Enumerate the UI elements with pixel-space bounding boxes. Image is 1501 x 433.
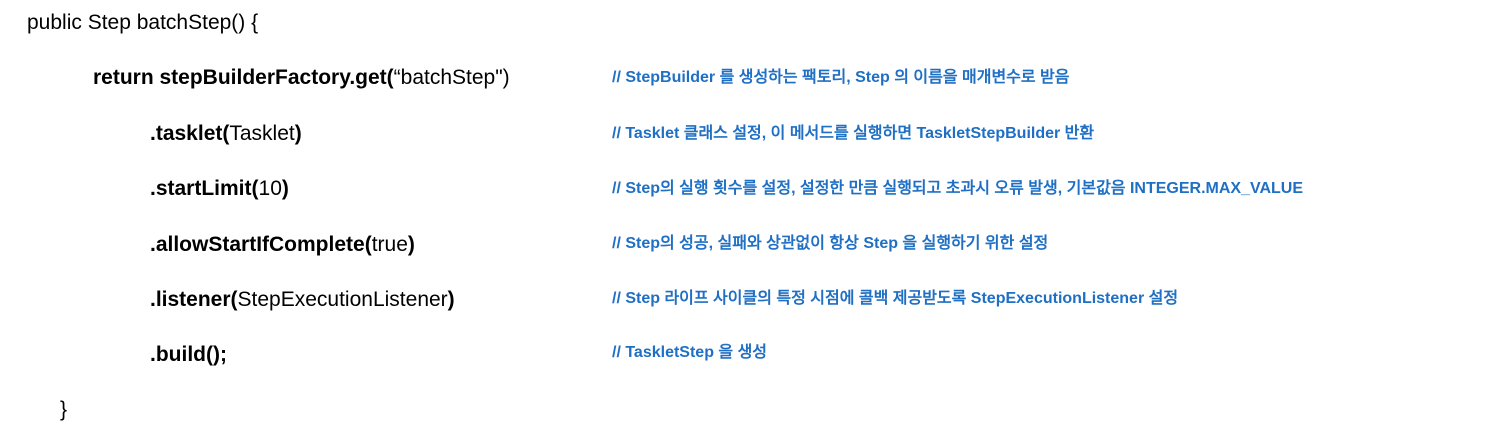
code-line-allow-start: .allowStartIfComplete(true) (150, 231, 415, 259)
code-line-allow-start-tail: ) (407, 233, 415, 256)
code-line-listener-bold: .listener( (150, 288, 238, 311)
code-line-listener: .listener(StepExecutionListener) (150, 286, 455, 314)
closing-brace-text: } (60, 398, 68, 421)
code-line-build: .build(); (150, 341, 227, 369)
comment-build: // TaskletStep 을 생성 (612, 344, 768, 361)
code-line-start-limit-tail: ) (281, 177, 289, 200)
code-line-tasklet: .tasklet(Tasklet) (150, 120, 302, 148)
code-line-build-bold: .build(); (150, 343, 227, 366)
comment-listener: // Step 라이프 사이클의 특정 시점에 콜백 제공받도록 StepExe… (612, 290, 1179, 307)
code-line-tasklet-bold: .tasklet( (150, 122, 230, 145)
comment-tasklet: // Tasklet 클래스 설정, 이 메서드를 실행하면 TaskletSt… (612, 125, 1095, 142)
comment-allow-start: // Step의 성공, 실패와 상관없이 항상 Step 을 실행하기 위한 … (612, 235, 1049, 252)
code-slide: { "signature": "public Step batchStep() … (0, 0, 1501, 433)
comment-return: // StepBuilder 를 생성하는 팩토리, Step 의 이름을 매개… (612, 69, 1070, 86)
comment-start-limit: // Step의 실행 횟수를 설정, 설정한 만큼 실행되고 초과시 오류 발… (612, 180, 1304, 197)
method-signature-text: public Step batchStep() { (27, 11, 259, 34)
code-line-listener-tail: ) (447, 288, 455, 311)
code-line-start-limit: .startLimit(10) (150, 175, 289, 203)
code-line-return: return stepBuilderFactory.get(“batchStep… (93, 64, 510, 92)
code-line-start-limit-arg: 10 (258, 177, 282, 200)
code-line-return-arg: “batchStep") (393, 66, 510, 89)
code-line-tasklet-arg: Tasklet (229, 122, 295, 145)
code-line-allow-start-arg: true (371, 233, 408, 256)
code-line-tasklet-tail: ) (294, 122, 302, 145)
code-line-listener-arg: StepExecutionListener (237, 288, 448, 311)
closing-brace: } (60, 396, 67, 424)
code-line-return-bold: return stepBuilderFactory.get( (93, 66, 394, 89)
code-line-start-limit-bold: .startLimit( (150, 177, 259, 200)
method-signature: public Step batchStep() { (27, 9, 258, 37)
code-line-allow-start-bold: .allowStartIfComplete( (150, 233, 372, 256)
